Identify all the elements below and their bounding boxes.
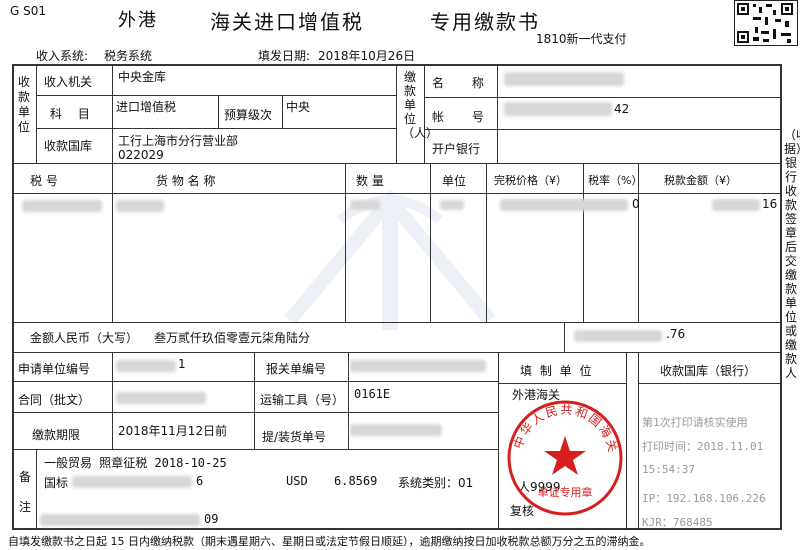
tax-no-redacted	[22, 200, 102, 212]
issuer-label: 填 制 单 位	[520, 364, 594, 378]
amount-cny-label: 金额人民币（大写）	[30, 331, 139, 345]
deadline-value: 2018年11月12日前	[118, 424, 228, 438]
form-subtitle: 专用缴款书	[430, 10, 540, 34]
remark-line2-tail: 6	[196, 474, 204, 488]
print-info-line5: KJR：768485	[642, 516, 713, 529]
print-info-line1: 第1次打印请核实使用	[642, 416, 748, 429]
print-info-line2: 打印时间：2018.11.01	[642, 440, 764, 453]
quantity-redacted	[350, 200, 380, 210]
treasury-bank-label: 收款国库（银行）	[660, 364, 757, 378]
price-tail: 0	[632, 197, 640, 211]
transport-label: 运输工具（号）	[260, 393, 345, 407]
print-info-line3: 15:54:37	[642, 463, 695, 476]
remark-currency: USD	[286, 474, 308, 488]
payer-account-label: 帐 号	[432, 110, 496, 124]
contract-redacted	[116, 392, 206, 404]
deadline-label: 缴款期限	[32, 428, 81, 442]
col-tax-no: 税 号	[30, 174, 58, 188]
remark-line1: 一般贸易 照章征税 2018-10-25	[44, 456, 227, 470]
bill-no-redacted	[350, 424, 442, 436]
treasury-value: 工行上海市分行营业部	[118, 134, 239, 148]
payment-deadline-note: 自填发缴款书之日起 15 日内缴纳税款（期末遇星期六、星期日或法定节假日顺延），…	[8, 535, 651, 548]
remark-line3-redacted	[40, 514, 200, 526]
payer-name-redacted	[504, 72, 624, 86]
declaration-no-redacted	[350, 360, 486, 372]
col-quantity: 数 量	[356, 174, 384, 188]
remark-system-type: 系统类别：01	[398, 476, 474, 490]
bill-no-label: 提/装货单号	[262, 430, 327, 444]
payee-side-label: 收款单位	[17, 75, 30, 134]
subject-label: 科 目	[50, 107, 96, 121]
issue-date-value: 2018年10月26日	[318, 49, 416, 63]
svg-text:单证专用章: 单证专用章	[538, 485, 593, 499]
revenue-system-value: 税务系统	[104, 49, 153, 63]
col-tax-rate: 税率（%）	[588, 174, 643, 187]
subject-value: 进口增值税	[116, 100, 177, 114]
customs-emblem-watermark	[284, 189, 496, 330]
applicant-no-tail: 1	[178, 357, 186, 371]
revenue-org-value: 中央金库	[118, 70, 167, 84]
payer-side-label: 缴款单位（人）	[402, 70, 439, 140]
col-goods-name: 货 物 名 称	[156, 174, 216, 188]
payer-name-label: 名 称	[432, 76, 496, 90]
remark-line2-prefix: 国标	[44, 476, 69, 490]
payer-account-redacted	[504, 102, 612, 116]
amount-tail: 16	[762, 197, 778, 211]
qr-code	[734, 0, 798, 46]
budget-level-value: 中央	[286, 100, 311, 114]
price-redacted	[500, 199, 628, 211]
treasury-label: 收款国库	[44, 139, 93, 153]
form-title: 海关进口增值税	[210, 10, 364, 34]
col-tax-amount: 税款金额（¥）	[664, 174, 737, 187]
print-info-line4: IP：192.168.106.226	[642, 492, 766, 505]
amount-cny-words: 叁万贰仟玖佰零壹元柒角陆分	[154, 331, 311, 345]
goods-name-redacted	[116, 200, 164, 212]
total-amount-redacted	[574, 330, 662, 342]
unit-redacted	[440, 200, 464, 210]
remark-line3-tail: 09	[204, 512, 219, 526]
declaration-no-label: 报关单编号	[266, 362, 327, 376]
remark-line2-redacted	[72, 476, 192, 488]
payer-account-tail: 42	[614, 102, 630, 116]
total-amount-tail: .76	[666, 327, 686, 341]
form-code: G S01	[10, 4, 46, 18]
revenue-system-label: 收入系统:	[36, 49, 89, 63]
contract-label: 合同（批文）	[18, 393, 91, 407]
payment-channel: 1810新一代支付	[536, 32, 627, 46]
applicant-no-redacted	[116, 360, 176, 372]
budget-level-label: 预算级次	[224, 108, 273, 122]
port-name: 外港	[118, 10, 158, 31]
amount-redacted	[712, 199, 760, 211]
issue-date-label: 填发日期:	[258, 49, 311, 63]
transport-value: 0161E	[354, 387, 391, 401]
payer-bank-label: 开户银行	[432, 142, 481, 156]
col-dutiable-price: 完税价格（¥）	[494, 174, 567, 187]
revenue-org-label: 收入机关	[44, 75, 93, 89]
treasury-code: 022029	[118, 148, 164, 162]
remark-exchange-rate: 6.8569	[334, 474, 378, 488]
remarks-side-label: 备注	[18, 470, 31, 514]
applicant-no-label: 申请单位编号	[18, 362, 91, 376]
receipt-side-note: （收据）银行收款签章后交缴款单位或缴款人	[784, 128, 800, 380]
col-unit: 单位	[442, 174, 467, 188]
customs-seal-stamp: 中华人民共和国海关 单证专用章	[507, 400, 623, 516]
